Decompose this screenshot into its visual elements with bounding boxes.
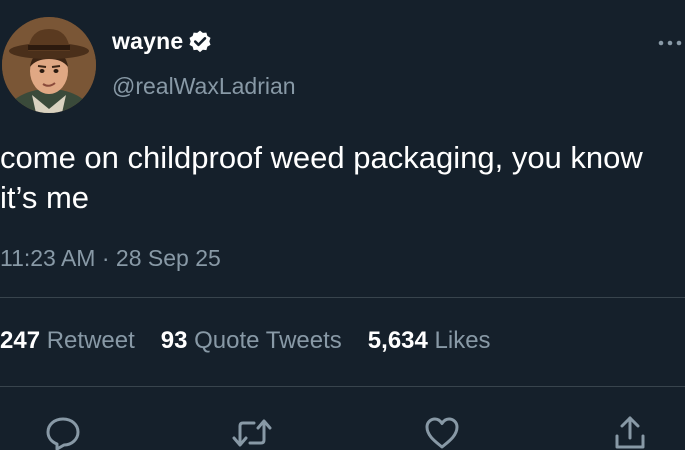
tweet-text: come on childproof weed packaging, you k… [0,140,643,215]
display-name[interactable]: wayne [112,28,213,55]
verified-badge-icon [187,29,213,55]
retweet-icon[interactable] [232,414,272,450]
like-count[interactable]: 5,634 Likes [368,327,491,355]
divider [0,386,685,387]
reply-icon[interactable] [45,414,81,450]
tweet-timestamp[interactable]: 11:23 AM · 28 Sep 25 [0,245,221,272]
tweet-stats: 247 Retweet 93 Quote Tweets 5,634 Likes [0,327,517,355]
retweet-count[interactable]: 247 Retweet [0,327,135,355]
avatar-portrait-icon [2,17,96,113]
more-options-icon[interactable] [657,36,683,50]
quote-tweet-count[interactable]: 93 Quote Tweets [161,327,342,355]
share-icon[interactable] [612,414,648,450]
user-handle[interactable]: @realWaxLadrian [112,73,296,100]
display-name-text: wayne [112,28,184,54]
divider [0,297,685,298]
like-icon[interactable] [424,414,460,450]
avatar[interactable] [2,17,96,113]
